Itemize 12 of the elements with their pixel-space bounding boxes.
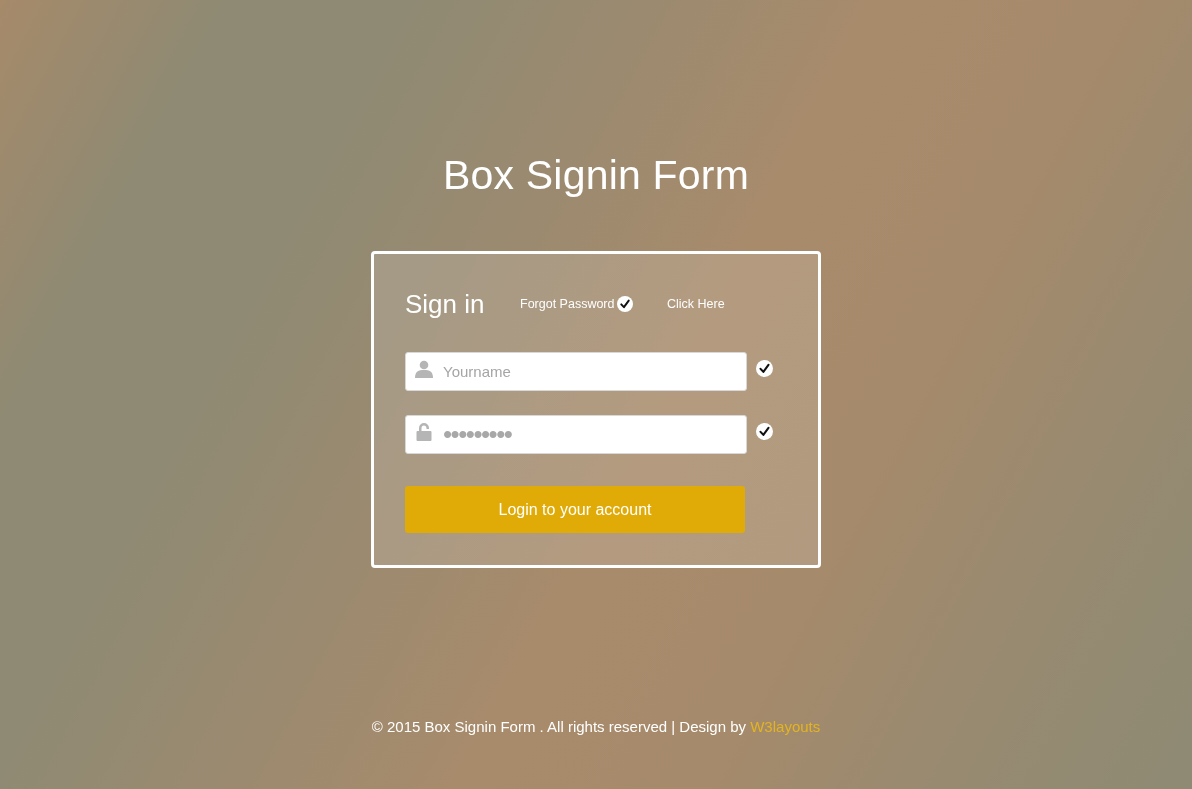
page-title: Box Signin Form — [442, 151, 750, 200]
username-field[interactable]: Yourname — [405, 352, 747, 391]
user-icon — [415, 360, 433, 378]
check-icon — [617, 296, 634, 312]
password-field[interactable]: ••••••••• — [405, 415, 747, 454]
lock-icon — [415, 423, 433, 441]
forgot-password-link[interactable]: Forgot Password — [520, 296, 615, 312]
footer-copyright: © 2015 Box Signin Form . All rights reserved | Design by W3layouts — [371, 717, 821, 737]
click-here-link[interactable]: Click Here — [667, 296, 725, 312]
signin-heading: Sign in — [405, 289, 486, 319]
designer-link[interactable]: W3layouts — [750, 718, 821, 735]
login-button[interactable]: Login to your account — [405, 486, 745, 533]
